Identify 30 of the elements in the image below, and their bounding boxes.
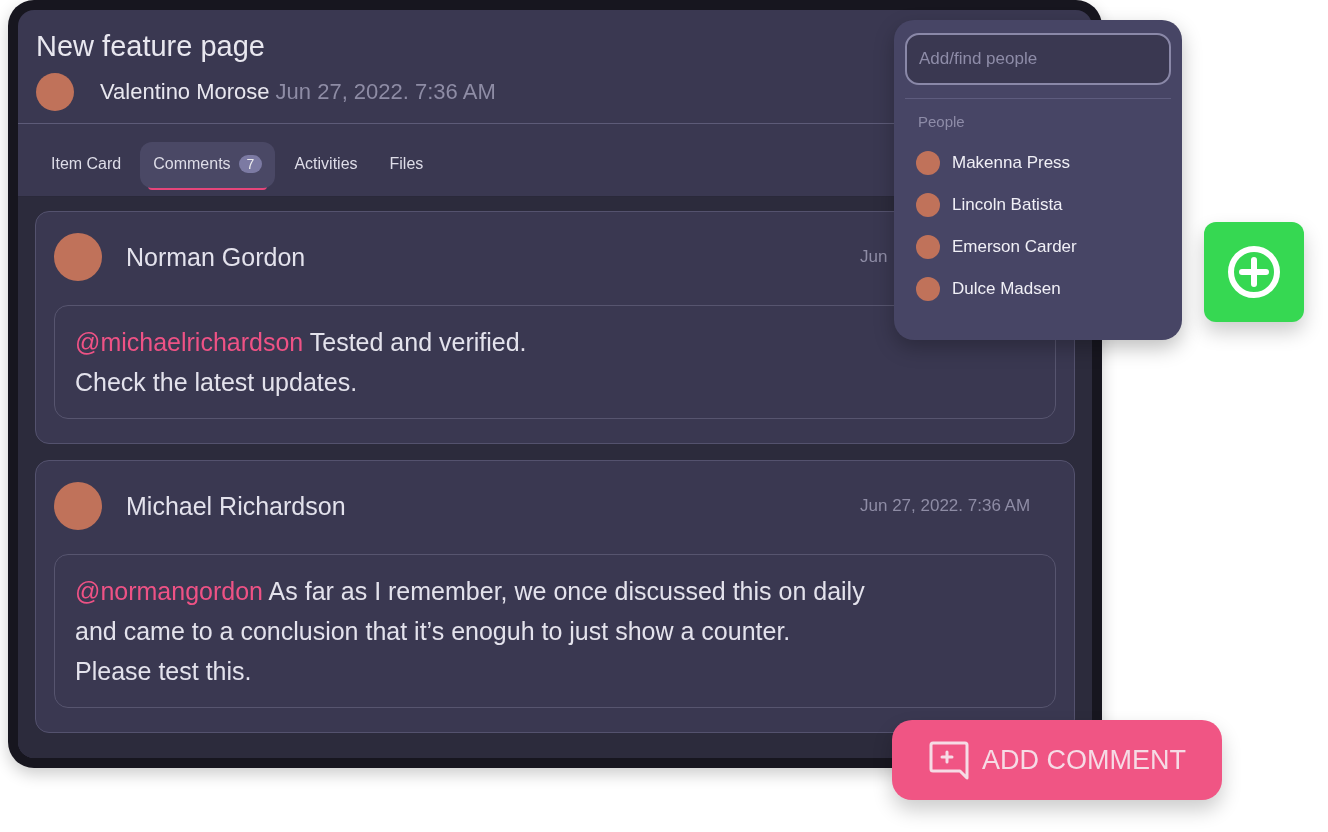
tab[interactable]: Activities	[281, 142, 371, 188]
search-field[interactable]: Add/find people	[905, 33, 1171, 85]
person-item[interactable]: Dulce Madsen	[905, 268, 1171, 310]
tab[interactable]: Comments 7	[140, 142, 276, 188]
person-avatar	[916, 277, 940, 301]
person-item[interactable]: Lincoln Batista	[905, 184, 1171, 226]
comment-time: Jun 27, 2022. 7:36 AM	[860, 496, 1032, 516]
comment-text: @normangordon As far as I remember, we once discussed this on daily and came to a conclusion that it’s enoguh to just show a counter. Please test this.	[75, 576, 866, 687]
person-item[interactable]: Emerson Carder	[905, 226, 1171, 268]
person-avatar	[916, 193, 940, 217]
comment-text: @michaelrichardson Tested and verified. Check the latest updates.	[75, 327, 528, 398]
commenter-avatar	[54, 482, 102, 530]
person-avatar	[916, 151, 940, 175]
section-label: People	[917, 113, 966, 130]
person-avatar	[916, 235, 940, 259]
plus-circle-icon	[1227, 245, 1281, 299]
author-name: Valentino Morose	[100, 79, 270, 105]
tab[interactable]: Files	[376, 142, 437, 188]
tab[interactable]: Item Card	[38, 142, 135, 188]
commenter-name: Norman Gordon	[126, 242, 306, 272]
author-avatar	[36, 73, 74, 111]
page-title: New feature page	[36, 30, 265, 63]
comment-plus-icon	[928, 740, 970, 780]
commenter-avatar	[54, 233, 102, 281]
count-badge: 7	[238, 155, 263, 173]
post-time: Jun 27, 2022. 7:36 AM	[275, 79, 496, 105]
comment-time: Jun	[860, 247, 889, 267]
commenter-name: Michael Richardson	[126, 491, 346, 521]
person-item[interactable]: Makenna Press	[905, 142, 1171, 184]
add-button[interactable]	[1204, 222, 1304, 322]
